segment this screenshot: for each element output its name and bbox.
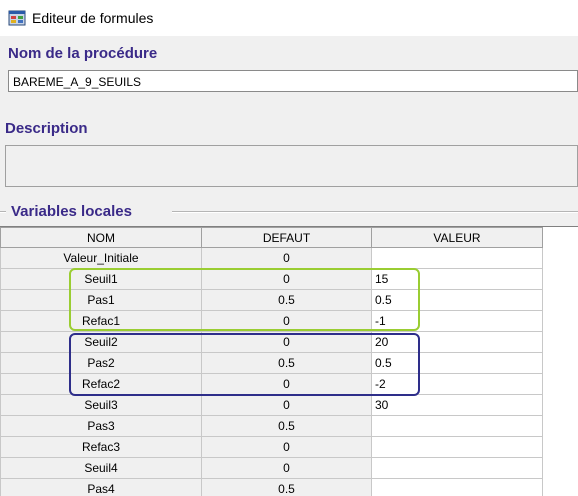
- defaut-cell: 0: [202, 374, 372, 395]
- defaut-cell: 0.5: [202, 353, 372, 374]
- local-variables-label: Variables locales: [11, 203, 132, 220]
- nom-cell: Seuil2: [1, 332, 202, 353]
- table-row: Seuil2020: [1, 332, 543, 353]
- defaut-cell: 0: [202, 332, 372, 353]
- table-row: Refac20-2: [1, 374, 543, 395]
- valeur-cell[interactable]: [372, 437, 543, 458]
- nom-cell: Refac2: [1, 374, 202, 395]
- valeur-cell[interactable]: -2: [372, 374, 543, 395]
- valeur-cell[interactable]: -1: [372, 311, 543, 332]
- nom-cell: Refac3: [1, 437, 202, 458]
- formula-editor-icon: [8, 9, 26, 27]
- valeur-cell[interactable]: 0.5: [372, 290, 543, 311]
- variables-grid[interactable]: NOM DEFAUT VALEUR Valeur_Initiale0Seuil1…: [0, 226, 578, 496]
- table-header-row: NOM DEFAUT VALEUR: [1, 228, 543, 248]
- nom-cell: Pas1: [1, 290, 202, 311]
- valeur-cell[interactable]: [372, 458, 543, 479]
- valeur-cell[interactable]: [372, 248, 543, 269]
- valeur-cell[interactable]: [372, 416, 543, 437]
- defaut-cell: 0: [202, 311, 372, 332]
- defaut-cell: 0: [202, 458, 372, 479]
- valeur-cell[interactable]: 20: [372, 332, 543, 353]
- nom-cell: Seuil4: [1, 458, 202, 479]
- nom-cell: Refac1: [1, 311, 202, 332]
- column-header-valeur[interactable]: VALEUR: [372, 228, 543, 248]
- defaut-cell: 0.5: [202, 479, 372, 496]
- title-bar: Editeur de formules: [0, 0, 578, 36]
- procedure-name-input[interactable]: BAREME_A_9_SEUILS: [8, 70, 578, 92]
- table-row: Valeur_Initiale0: [1, 248, 543, 269]
- nom-cell: Seuil3: [1, 395, 202, 416]
- valeur-cell[interactable]: 15: [372, 269, 543, 290]
- variables-table: NOM DEFAUT VALEUR Valeur_Initiale0Seuil1…: [0, 227, 543, 496]
- defaut-cell: 0: [202, 269, 372, 290]
- table-row: Pas20.50.5: [1, 353, 543, 374]
- table-row: Pas40.5: [1, 479, 543, 496]
- defaut-cell: 0: [202, 248, 372, 269]
- defaut-cell: 0: [202, 437, 372, 458]
- description-label: Description: [5, 120, 88, 137]
- defaut-cell: 0.5: [202, 290, 372, 311]
- valeur-cell[interactable]: [372, 479, 543, 496]
- procedure-name-label: Nom de la procédure: [8, 45, 157, 62]
- valeur-cell[interactable]: 0.5: [372, 353, 543, 374]
- nom-cell: Seuil1: [1, 269, 202, 290]
- column-header-defaut[interactable]: DEFAUT: [202, 228, 372, 248]
- table-row: Pas10.50.5: [1, 290, 543, 311]
- column-header-nom[interactable]: NOM: [1, 228, 202, 248]
- table-row: Refac10-1: [1, 311, 543, 332]
- window-title: Editeur de formules: [32, 10, 153, 26]
- valeur-cell[interactable]: 30: [372, 395, 543, 416]
- table-row: Seuil1015: [1, 269, 543, 290]
- nom-cell: Pas3: [1, 416, 202, 437]
- description-input[interactable]: [5, 145, 578, 187]
- defaut-cell: 0: [202, 395, 372, 416]
- table-row: Seuil40: [1, 458, 543, 479]
- nom-cell: Valeur_Initiale: [1, 248, 202, 269]
- table-row: Seuil3030: [1, 395, 543, 416]
- table-row: Refac30: [1, 437, 543, 458]
- group-line-right: [172, 211, 578, 213]
- defaut-cell: 0.5: [202, 416, 372, 437]
- nom-cell: Pas4: [1, 479, 202, 496]
- group-line-left: [0, 211, 6, 213]
- nom-cell: Pas2: [1, 353, 202, 374]
- table-row: Pas30.5: [1, 416, 543, 437]
